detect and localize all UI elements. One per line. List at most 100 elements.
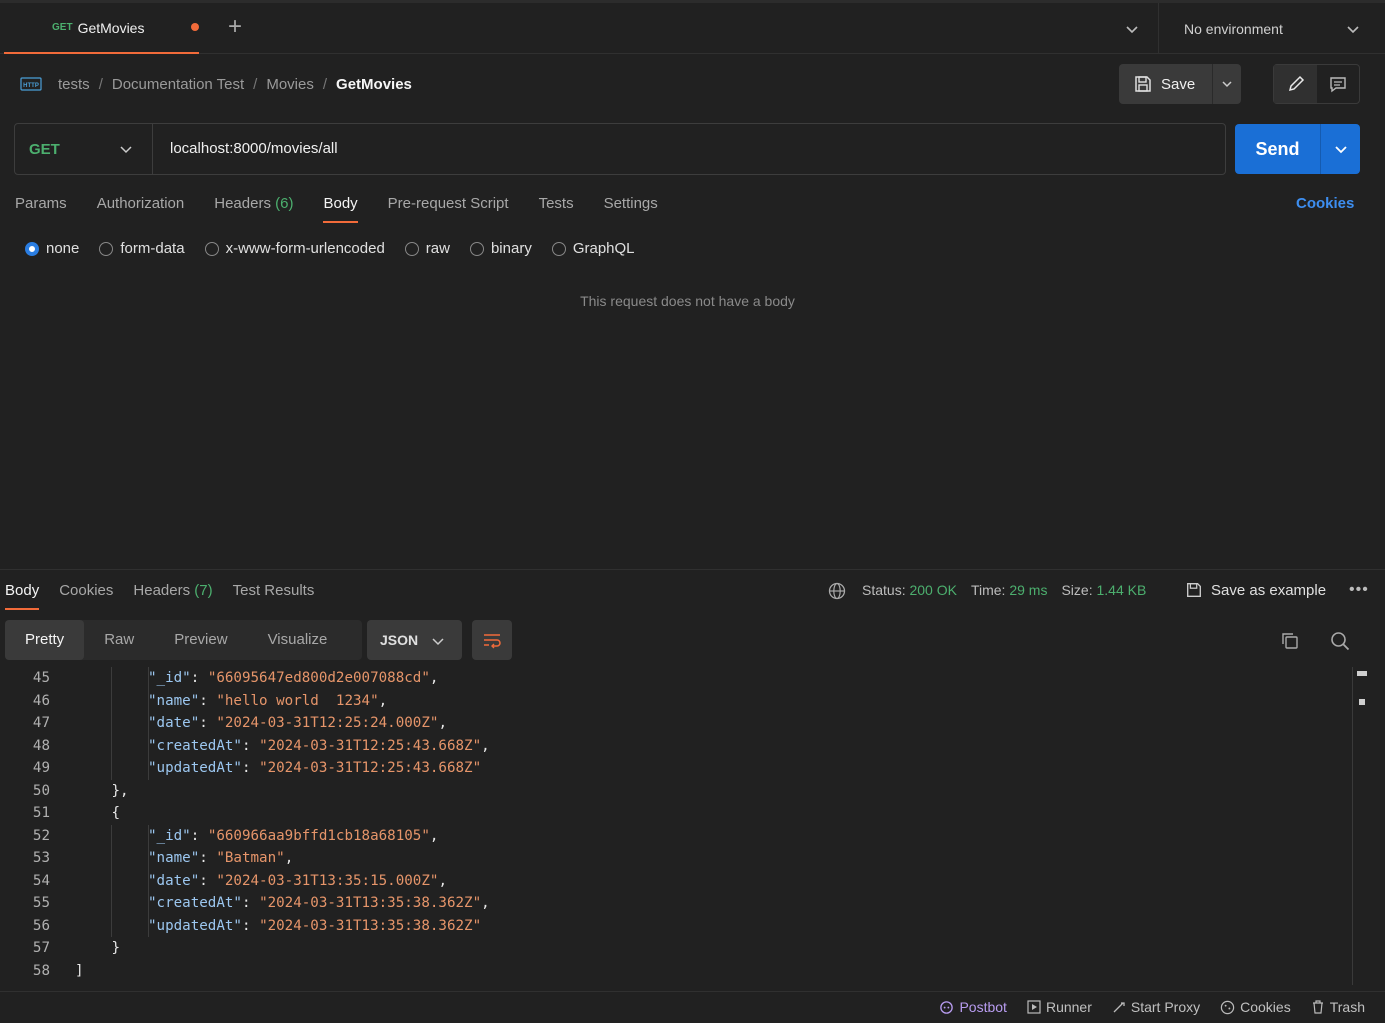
radio-x-www-form-urlencoded[interactable]: x-www-form-urlencoded bbox=[204, 240, 385, 257]
line-number: 58 bbox=[32, 962, 50, 979]
indent-guide bbox=[147, 869, 149, 892]
code-line: 54 "date": "2024-03-31T13:35:15.000Z", bbox=[0, 869, 1350, 892]
breadcrumb-item[interactable]: Documentation Test bbox=[112, 76, 244, 93]
trash-icon bbox=[1312, 1000, 1323, 1014]
send-button[interactable]: Send bbox=[1235, 124, 1320, 174]
url-input[interactable] bbox=[170, 140, 1170, 157]
indent-guide bbox=[111, 892, 112, 915]
breadcrumb-current[interactable]: GetMovies bbox=[336, 76, 412, 93]
globe-icon[interactable] bbox=[828, 582, 846, 600]
tab-pre-request-script[interactable]: Pre-request Script bbox=[388, 195, 509, 225]
response-tab-body[interactable]: Body bbox=[5, 582, 40, 610]
body-type-radios: none form-data x-www-form-urlencoded raw… bbox=[25, 240, 655, 257]
save-button[interactable]: Save bbox=[1119, 64, 1212, 104]
radio-form-data[interactable]: form-data bbox=[99, 240, 185, 257]
view-raw[interactable]: Raw bbox=[84, 620, 154, 660]
copy-icon[interactable] bbox=[1279, 630, 1301, 652]
line-number: 55 bbox=[32, 895, 50, 911]
save-disk-icon bbox=[1187, 583, 1201, 597]
new-tab-plus-icon[interactable]: + bbox=[222, 15, 248, 41]
code-text: }, bbox=[111, 782, 129, 799]
tab-overflow-chevron-icon[interactable] bbox=[1122, 19, 1142, 39]
code-text: "name": "hello world 1234", bbox=[148, 692, 388, 709]
indent-guide bbox=[111, 667, 112, 690]
code-text: "updatedAt": "2024-03-31T12:25:43.668Z" bbox=[148, 760, 482, 776]
radio-none[interactable]: none bbox=[25, 240, 79, 257]
radio-raw[interactable]: raw bbox=[404, 240, 450, 257]
indent-guide bbox=[111, 757, 112, 780]
indent-guide bbox=[147, 824, 149, 847]
format-selector[interactable]: JSON bbox=[367, 620, 462, 660]
chevron-down-icon bbox=[1222, 81, 1232, 88]
unsaved-dot-icon bbox=[191, 23, 199, 31]
tab-tests[interactable]: Tests bbox=[539, 195, 574, 225]
breadcrumb-item[interactable]: Movies bbox=[266, 76, 314, 93]
code-line: 56 "updatedAt": "2024-03-31T13:35:38.362Z… bbox=[0, 914, 1350, 937]
line-number: 54 bbox=[32, 872, 50, 889]
view-preview[interactable]: Preview bbox=[154, 620, 247, 660]
line-number: 53 bbox=[32, 850, 50, 866]
response-code-viewer[interactable]: 45 "_id": "66095647ed800d2e007088cd", 46 "n… bbox=[0, 667, 1352, 985]
save-disk-icon bbox=[1135, 76, 1151, 92]
response-time: 29 ms bbox=[1009, 582, 1048, 598]
code-line: 52 "_id": "660966aa9bffd1cb18a68105", bbox=[0, 824, 1350, 847]
response-tab-test-results[interactable]: Test Results bbox=[233, 582, 315, 610]
divider bbox=[0, 569, 1385, 570]
send-options-button[interactable] bbox=[1320, 124, 1360, 174]
indent-guide bbox=[111, 712, 112, 735]
indent-guide bbox=[147, 667, 149, 690]
code-text: "date": "2024-03-31T13:35:15.000Z", bbox=[148, 872, 447, 889]
response-tab-headers[interactable]: Headers (7) bbox=[133, 582, 212, 610]
postbot-button[interactable]: Postbot bbox=[939, 999, 1007, 1015]
scrollbar[interactable] bbox=[1352, 667, 1353, 985]
indent-guide bbox=[147, 847, 149, 870]
code-text: "createdAt": "2024-03-31T13:35:38.362Z", bbox=[148, 895, 490, 911]
indent-guide bbox=[111, 847, 112, 870]
runner-button[interactable]: Runner bbox=[1027, 999, 1092, 1015]
breadcrumb-item[interactable]: tests bbox=[58, 76, 90, 93]
comment-icon bbox=[1330, 77, 1346, 93]
save-options-button[interactable] bbox=[1212, 64, 1241, 104]
environment-chevron-down-icon[interactable] bbox=[1343, 19, 1363, 39]
view-visualize[interactable]: Visualize bbox=[248, 620, 348, 660]
tab-authorization[interactable]: Authorization bbox=[97, 195, 185, 225]
line-number: 51 bbox=[32, 805, 50, 821]
wrap-lines-button[interactable] bbox=[472, 620, 512, 660]
indent-guide bbox=[147, 689, 149, 712]
line-number: 46 bbox=[32, 692, 50, 709]
tab-body[interactable]: Body bbox=[323, 195, 358, 225]
indent-guide bbox=[111, 824, 112, 847]
code-line: 48 "createdAt": "2024-03-31T12:25:43.668Z… bbox=[0, 734, 1350, 757]
response-tab-cookies[interactable]: Cookies bbox=[59, 582, 113, 610]
request-tab-getmovies[interactable]: GET GetMovies bbox=[4, 3, 199, 54]
comments-button[interactable] bbox=[1317, 65, 1359, 103]
indent-guide bbox=[147, 914, 149, 937]
indent-guide bbox=[147, 712, 149, 735]
code-line: 53 "name": "Batman", bbox=[0, 847, 1350, 870]
trash-button[interactable]: Trash bbox=[1311, 999, 1365, 1015]
side-tools bbox=[1273, 64, 1360, 104]
save-as-example-button[interactable]: Save as example bbox=[1185, 581, 1326, 599]
method-selector[interactable]: GET bbox=[15, 124, 153, 174]
radio-graphql[interactable]: GraphQL bbox=[551, 240, 635, 257]
tab-settings[interactable]: Settings bbox=[604, 195, 658, 225]
cookies-link[interactable]: Cookies bbox=[1296, 195, 1354, 212]
more-options-icon[interactable]: ••• bbox=[1349, 581, 1369, 599]
tab-headers[interactable]: Headers (6) bbox=[214, 195, 293, 225]
edit-button[interactable] bbox=[1274, 65, 1317, 103]
scrollbar-marker bbox=[1359, 699, 1365, 705]
tab-params[interactable]: Params bbox=[15, 195, 67, 225]
line-number: 57 bbox=[32, 940, 50, 956]
indent-guide bbox=[147, 892, 149, 915]
method-value: GET bbox=[29, 140, 60, 158]
line-number: 48 bbox=[32, 737, 50, 754]
radio-binary[interactable]: binary bbox=[469, 240, 532, 257]
proxy-icon bbox=[1113, 1002, 1125, 1013]
search-icon[interactable] bbox=[1329, 630, 1351, 652]
start-proxy-button[interactable]: Start Proxy bbox=[1112, 999, 1200, 1015]
view-pretty[interactable]: Pretty bbox=[5, 620, 85, 660]
empty-body-message: This request does not have a body bbox=[580, 293, 795, 309]
line-number: 47 bbox=[32, 715, 50, 731]
cookies-button[interactable]: Cookies bbox=[1220, 999, 1291, 1015]
environment-selector[interactable]: No environment bbox=[1184, 21, 1283, 37]
